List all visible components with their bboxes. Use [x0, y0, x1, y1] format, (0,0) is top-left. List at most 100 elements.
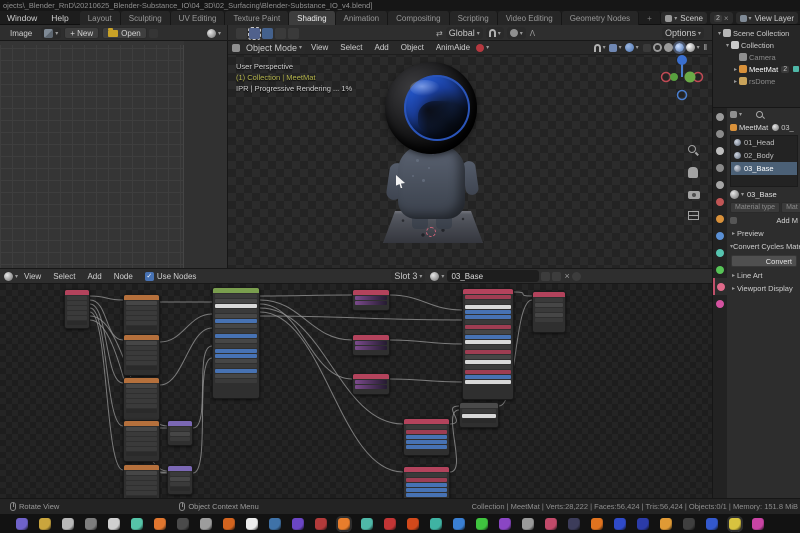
scene-selector[interactable]: ▾ Scene — [661, 12, 707, 24]
taskbar-icon-app-2[interactable] — [39, 517, 51, 530]
tab-video-editing[interactable]: Video Editing — [497, 10, 562, 25]
perspective-icon[interactable] — [688, 211, 701, 224]
properties-tab-scene[interactable] — [713, 176, 727, 193]
taskbar-icon-app-8[interactable] — [177, 517, 189, 530]
breadcrumb-object[interactable]: MeetMat — [739, 123, 768, 132]
properties-tab-output[interactable] — [713, 142, 727, 159]
taskbar-icon-app-19[interactable] — [430, 517, 442, 530]
tab-texture-paint[interactable]: Texture Paint — [225, 10, 290, 25]
shader-node-editor[interactable] — [0, 284, 712, 498]
options-dropdown[interactable]: Options ▾ — [661, 27, 704, 39]
xray-icon[interactable] — [642, 43, 651, 52]
taskbar-icon-app-13[interactable] — [292, 517, 304, 530]
convert-button[interactable]: Convert — [731, 255, 797, 267]
taskbar-icon-folder[interactable] — [729, 517, 741, 530]
taskbar-icon-app-3[interactable] — [62, 517, 74, 530]
tool-icon-3[interactable] — [275, 27, 286, 39]
expand-arrow[interactable]: ▾ — [716, 30, 723, 37]
material-name[interactable]: 03_Base — [747, 190, 777, 199]
viewport-menu-select[interactable]: Select — [334, 43, 368, 52]
active-tool-icon[interactable] — [248, 26, 261, 40]
transform-orientation[interactable]: Global ▾ — [445, 27, 483, 39]
pause-button[interactable]: ‖ — [704, 43, 708, 52]
taskbar-icon-app-1[interactable] — [16, 517, 28, 530]
unlink-material-icon[interactable]: × — [564, 271, 569, 281]
outliner-item-rsdome[interactable]: ▸ rsDome — [713, 75, 800, 87]
viewport-menu-object[interactable]: Object — [395, 43, 430, 52]
tab-geometry-nodes[interactable]: Geometry Nodes — [561, 10, 640, 25]
addon-icon[interactable] — [476, 43, 485, 52]
snap-magnet-icon[interactable] — [593, 43, 601, 52]
taskbar-icon-app-23[interactable] — [522, 517, 534, 530]
menu-help[interactable]: Help — [44, 11, 75, 25]
properties-search-icon[interactable] — [756, 111, 764, 118]
viewport-3d[interactable]: Object Mode ▾ View Select Add Object AnimAide… — [228, 41, 712, 268]
taskbar-icon-app-22[interactable] — [499, 517, 511, 530]
tab-shading[interactable]: Shading — [289, 10, 336, 25]
unlink-image-icon[interactable] — [148, 28, 158, 38]
snap-toggle[interactable]: ▾ — [485, 27, 504, 39]
taskbar-icon-app-6[interactable] — [131, 517, 143, 530]
image-texture-node-1[interactable] — [123, 294, 160, 336]
pin-icon[interactable] — [571, 271, 581, 281]
image-texture-node-5[interactable] — [123, 464, 160, 498]
unlink-icon[interactable]: × — [724, 14, 729, 23]
taskbar-icon-app-18[interactable] — [407, 517, 419, 530]
slot-selector[interactable]: Slot 3 ▾ — [391, 270, 426, 282]
expand-arrow[interactable]: ▸ — [732, 66, 739, 73]
taskbar-icon-app-33[interactable] — [752, 517, 764, 530]
navigation-gizmo[interactable] — [660, 51, 704, 109]
gizmos-icon[interactable] — [608, 43, 617, 52]
taskbar-icon-blender[interactable] — [338, 517, 350, 530]
pan-hand-icon[interactable] — [688, 167, 701, 180]
image-texture-node-4[interactable] — [123, 420, 160, 462]
properties-tab-view-layer[interactable] — [713, 159, 727, 176]
panel-viewport-display[interactable]: ▸ Viewport Display — [727, 282, 800, 295]
properties-tab-modifiers[interactable] — [713, 227, 727, 244]
tab-scripting[interactable]: Scripting — [449, 10, 498, 25]
taskbar-icon-app-21[interactable] — [476, 517, 488, 530]
vector-node-1[interactable] — [167, 420, 193, 446]
tab-animation[interactable]: Animation — [335, 10, 389, 25]
tab-sculpting[interactable]: Sculpting — [120, 10, 171, 25]
outliner-item-scene-collection[interactable]: ▾ Scene Collection — [713, 27, 800, 39]
panel-preview[interactable]: ▸ Preview — [727, 227, 800, 240]
taskbar-icon-app-7[interactable] — [154, 517, 166, 530]
image-menu[interactable]: Image — [4, 29, 38, 38]
menu-window[interactable]: Window — [0, 11, 44, 25]
shader-menu-view[interactable]: View — [18, 272, 47, 281]
shader-menu-select[interactable]: Select — [47, 272, 81, 281]
mode-selector[interactable]: Object Mode ▾ — [243, 41, 306, 54]
shader-menu-node[interactable]: Node — [108, 272, 139, 281]
open-image-button[interactable]: Open — [102, 27, 147, 39]
taskbar-icon-app-29[interactable] — [660, 517, 672, 530]
properties-tab-render[interactable] — [713, 125, 727, 142]
image-texture-node-2[interactable] — [123, 334, 160, 376]
viewport-menu-add[interactable]: Add — [368, 43, 394, 52]
taskbar-icon-app-26[interactable] — [591, 517, 603, 530]
outliner-item-camera[interactable]: Camera — [713, 51, 800, 63]
taskbar-icon-app-16[interactable] — [361, 517, 373, 530]
proportional-edit[interactable]: ▾ — [506, 27, 526, 39]
taskbar-icon-app-28[interactable] — [637, 517, 649, 530]
tab-layout[interactable]: Layout — [79, 10, 121, 25]
taskbar-icon-app-17[interactable] — [384, 517, 396, 530]
output-node[interactable] — [532, 291, 566, 333]
gradient-node-1[interactable] — [352, 289, 390, 311]
taskbar-icon-app-20[interactable] — [453, 517, 465, 530]
view-layer-selector[interactable]: ▾ View Layer — [735, 12, 798, 24]
material-type-button[interactable]: Material type — [730, 202, 781, 213]
tool-icon-4[interactable] — [288, 27, 299, 39]
taskbar-icon-app-5[interactable] — [108, 517, 120, 530]
image-texture-node-3[interactable] — [123, 377, 160, 421]
mid-node-1[interactable] — [403, 418, 450, 456]
editor-type-icon[interactable] — [232, 43, 240, 52]
viewport-menu-view[interactable]: View — [305, 43, 334, 52]
taskbar-icon-app-25[interactable] — [568, 517, 580, 530]
image-editor[interactable] — [0, 41, 228, 268]
breadcrumb-material[interactable]: 03_ — [781, 123, 794, 132]
falloff-icon[interactable]: Λ — [530, 29, 535, 38]
taskbar-icon-app-4[interactable] — [85, 517, 97, 530]
vector-node-2[interactable] — [167, 465, 193, 495]
outliner-item-collection[interactable]: ▾ Collection — [713, 39, 800, 51]
